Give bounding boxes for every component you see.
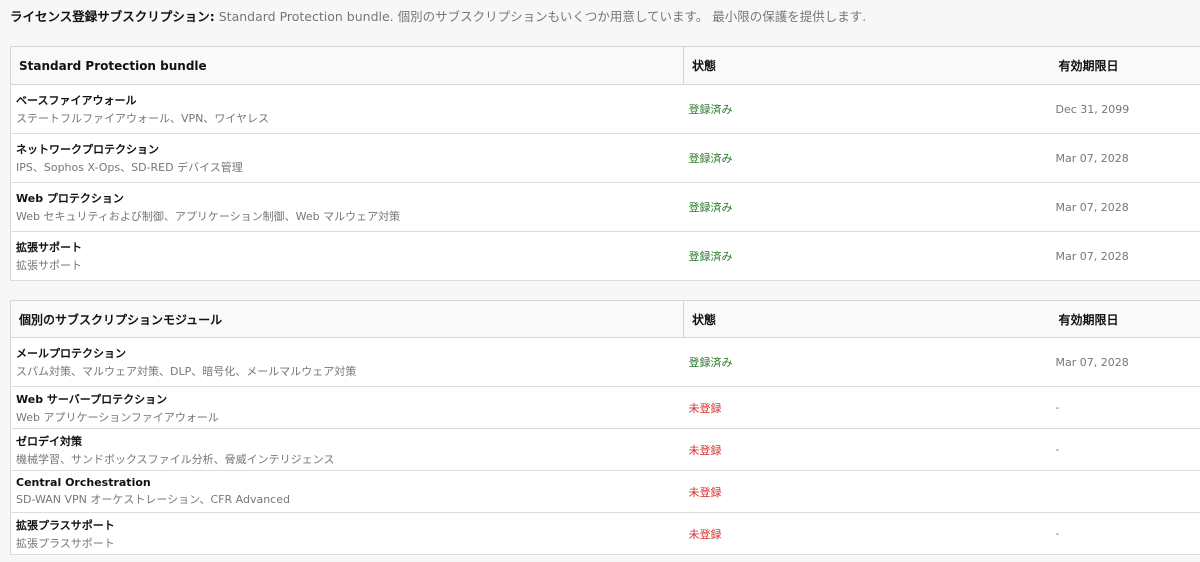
table-row: ベースファイアウォールステートフルファイアウォール、VPN、ワイヤレス 登録済み D… [10, 84, 1200, 134]
column-header-status: 状態 [683, 300, 1051, 338]
column-header-name: 個別のサブスクリプションモジュール [10, 300, 684, 338]
row-desc: Web セキュリティおよび制御、アプリケーション制御、Web マルウェア対策 [16, 210, 401, 223]
row-name: ベースファイアウォール [16, 94, 137, 107]
status-badge: 未登録 [683, 386, 1051, 429]
status-badge: 未登録 [683, 512, 1051, 555]
expiry-date: Dec 31, 2099 [1050, 84, 1200, 134]
row-desc: 拡張プラスサポート [16, 536, 115, 550]
row-name: 拡張プラスサポート [16, 518, 115, 532]
row-name: Central Orchestration [16, 476, 151, 489]
table-row: メールプロテクションスパム対策、マルウェア対策、DLP、暗号化、メールマルウェア… [10, 337, 1200, 387]
column-header-status: 状態 [683, 46, 1051, 85]
status-badge: 登録済み [683, 84, 1051, 134]
table-row: Web プロテクション Web セキュリティおよび制御、アプリケーション制御、We… [10, 182, 1200, 232]
row-name: ゼロデイ対策 [16, 434, 82, 448]
status-badge: 登録済み [683, 337, 1051, 387]
status-badge: 登録済み [683, 133, 1051, 183]
row-name: Web サーバープロテクション [16, 392, 168, 406]
status-badge: 登録済み [683, 182, 1051, 232]
row-name: ネットワークプロテクション [16, 143, 159, 156]
row-desc: 機械学習、サンドボックスファイル分析、脅威インテリジェンス [16, 452, 335, 466]
row-name: メールプロテクション [16, 347, 126, 360]
expiry-date [1050, 470, 1200, 513]
row-desc: SD-WAN VPN オーケストレーション、CFR Advanced [16, 493, 290, 506]
license-summary-label: ライセンス登録サブスクリプション: [10, 9, 215, 24]
expiry-date: - [1050, 512, 1200, 555]
expiry-date: - [1050, 428, 1200, 471]
column-header-name: Standard Protection bundle [10, 46, 684, 85]
modules-table: 個別のサブスクリプションモジュール 状態 有効期限日 メールプロテクションスパム… [10, 300, 1200, 555]
status-badge: 未登録 [683, 470, 1051, 513]
row-name: Web プロテクション [16, 192, 124, 205]
expiry-date: Mar 07, 2028 [1050, 182, 1200, 232]
table-row: 拡張プラスサポート 拡張プラスサポート 未登録 - [10, 512, 1200, 555]
license-summary: ライセンス登録サブスクリプション: Standard Protection bu… [10, 6, 866, 25]
table-row: Web サーバープロテクション Web アプリケーションファイアウォール 未登録 - [10, 386, 1200, 429]
row-desc: スパム対策、マルウェア対策、DLP、暗号化、メールマルウェア対策 [16, 365, 357, 378]
status-badge: 未登録 [683, 428, 1051, 471]
table-header: 個別のサブスクリプションモジュール 状態 有効期限日 [10, 300, 1200, 338]
row-desc: ステートフルファイアウォール、VPN、ワイヤレス [16, 112, 270, 125]
row-name: 拡張サポート [16, 241, 82, 254]
row-desc: Web アプリケーションファイアウォール [16, 410, 219, 424]
bundle-table: Standard Protection bundle 状態 有効期限日 ベースフ… [10, 46, 1200, 281]
expiry-date: Mar 07, 2028 [1050, 231, 1200, 281]
row-desc: IPS、Sophos X-Ops、SD-RED デバイス管理 [16, 161, 243, 174]
column-header-expiry: 有効期限日 [1050, 300, 1200, 338]
expiry-date: - [1050, 386, 1200, 429]
table-header: Standard Protection bundle 状態 有効期限日 [10, 46, 1200, 85]
table-row: ゼロデイ対策機械学習、サンドボックスファイル分析、脅威インテリジェンス 未登録 - [10, 428, 1200, 471]
expiry-date: Mar 07, 2028 [1050, 337, 1200, 387]
status-badge: 登録済み [683, 231, 1051, 281]
table-row: Central Orchestration SD-WAN VPN オーケストレーシ… [10, 470, 1200, 513]
row-desc: 拡張サポート [16, 259, 82, 272]
column-header-expiry: 有効期限日 [1050, 46, 1200, 85]
table-row: ネットワークプロテクション IPS、Sophos X-Ops、SD-RED デバイ… [10, 133, 1200, 183]
table-row: 拡張サポート 拡張サポート 登録済み Mar 07, 2028 [10, 231, 1200, 281]
expiry-date: Mar 07, 2028 [1050, 133, 1200, 183]
license-summary-text: Standard Protection bundle. 個別のサブスクリプション… [218, 9, 867, 24]
